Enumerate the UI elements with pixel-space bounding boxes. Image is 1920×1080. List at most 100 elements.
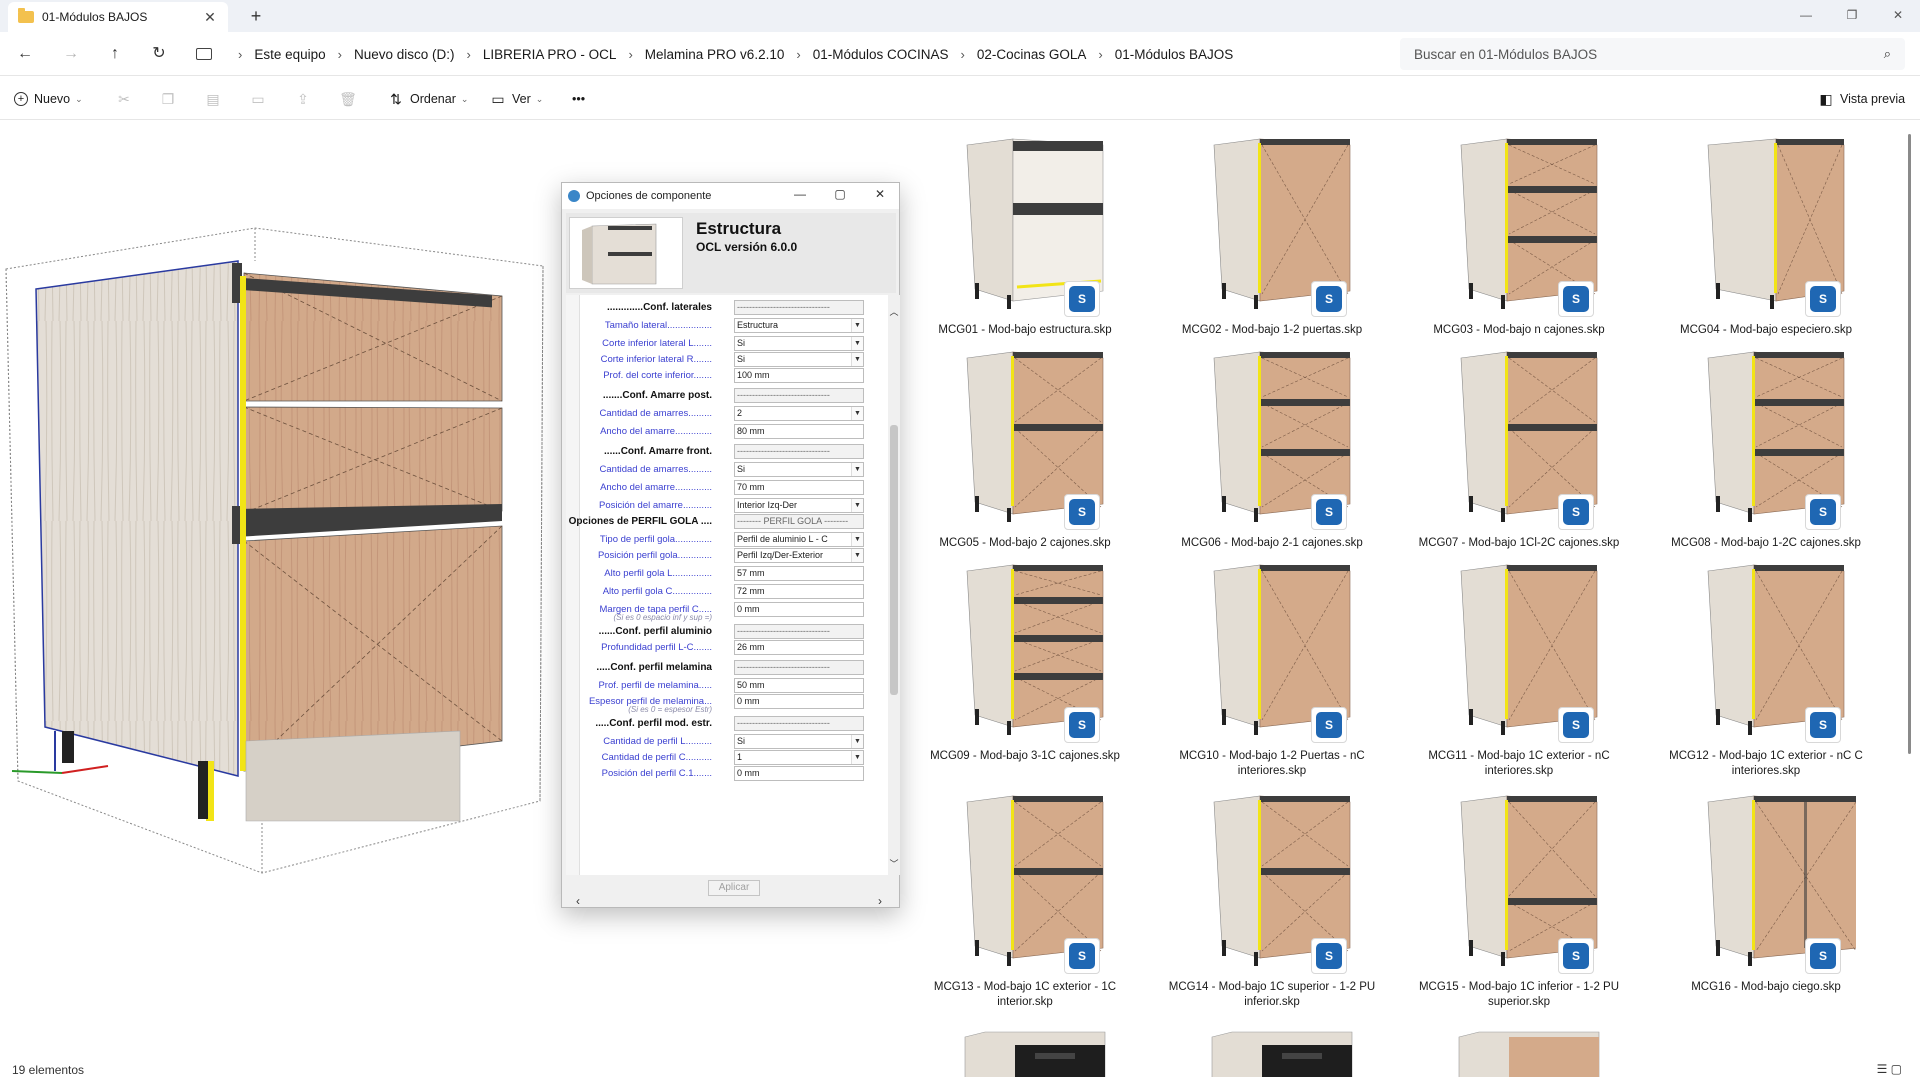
option-input[interactable]: 0 mm — [734, 602, 864, 617]
breadcrumb-item[interactable]: Melamina PRO v6.2.10 — [645, 47, 785, 62]
option-dropdown[interactable]: 2 ▼ — [734, 406, 864, 421]
share-button[interactable]: ⇪ — [295, 88, 317, 110]
breadcrumb-item[interactable]: Este equipo — [254, 47, 325, 62]
search-icon[interactable]: ⌕ — [1884, 46, 1891, 62]
option-label[interactable]: Posición del amarre........... — [599, 500, 712, 511]
maximize-button[interactable]: ❐ — [1829, 0, 1875, 30]
paste-button[interactable]: ▤ — [205, 88, 227, 110]
new-tab-button[interactable]: + — [246, 6, 266, 26]
option-label[interactable]: Prof. perfil de melamina..... — [598, 680, 712, 691]
chevron-right-icon[interactable]: › — [796, 47, 800, 62]
chevron-down-icon[interactable]: ▼ — [851, 337, 863, 350]
option-label[interactable]: Cantidad de amarres......... — [600, 464, 712, 475]
chevron-down-icon[interactable]: ▼ — [851, 353, 863, 366]
file-item[interactable]: S MCG09 - Mod-bajo 3-1C cajones.skp — [910, 557, 1140, 767]
view-button[interactable]: ▭ Ver ⌄ — [490, 88, 543, 110]
component-options-dialog[interactable]: Opciones de componente — ▢ ✕ Estructura … — [561, 182, 900, 908]
option-label[interactable]: Alto perfil gola C............... — [603, 586, 712, 597]
chevron-down-icon[interactable]: ▼ — [851, 463, 863, 476]
option-dropdown[interactable]: Estructura ▼ — [734, 318, 864, 333]
chevron-down-icon[interactable]: ▼ — [851, 549, 863, 562]
file-item[interactable]: S MCG16 - Mod-bajo ciego.skp — [1651, 788, 1881, 998]
search-input[interactable]: Buscar en 01-Módulos BAJOS ⌕ — [1400, 38, 1905, 70]
option-label[interactable]: Ancho del amarre.............. — [600, 482, 712, 493]
file-list-scroll-thumb[interactable] — [1908, 134, 1911, 754]
option-label[interactable]: Cantidad de amarres......... — [600, 408, 712, 419]
chevron-down-icon[interactable]: ▼ — [851, 319, 863, 332]
file-list-scrollbar[interactable] — [1906, 130, 1914, 890]
chevron-right-icon[interactable]: › — [338, 47, 342, 62]
option-input[interactable]: 26 mm — [734, 640, 864, 655]
option-input[interactable]: 0 mm — [734, 694, 864, 709]
option-input[interactable]: 100 mm — [734, 368, 864, 383]
file-item[interactable]: S MCG01 - Mod-bajo estructura.skp — [910, 131, 1140, 341]
file-item[interactable]: S MCG11 - Mod-bajo 1C exterior - nC inter… — [1404, 557, 1634, 777]
option-label[interactable]: Prof. del corte inferior....... — [603, 370, 712, 381]
chevron-down-icon[interactable]: ▼ — [851, 407, 863, 420]
more-options-button[interactable]: ••• — [572, 88, 585, 110]
option-label[interactable]: Profundidad perfil L-C....... — [601, 642, 712, 653]
close-window-button[interactable]: ✕ — [1875, 0, 1920, 30]
sort-button[interactable]: ⇅ Ordenar ⌄ — [388, 88, 468, 110]
option-input[interactable]: 57 mm — [734, 566, 864, 581]
option-input[interactable]: 80 mm — [734, 424, 864, 439]
option-label[interactable]: Tipo de perfil gola.............. — [600, 534, 712, 545]
forward-button[interactable]: → — [58, 42, 84, 66]
preview-pane-button[interactable]: ◧ Vista previa — [1818, 88, 1905, 110]
chevron-right-icon[interactable]: › — [238, 47, 242, 62]
scroll-right-icon[interactable]: › — [878, 894, 882, 908]
new-button[interactable]: + Nuevo ⌄ — [14, 88, 83, 110]
file-item[interactable]: S MCG02 - Mod-bajo 1-2 puertas.skp — [1157, 131, 1387, 341]
rename-button[interactable]: ▭ — [250, 88, 272, 110]
cut-button[interactable]: ✂ — [116, 88, 138, 110]
apply-button[interactable]: Aplicar — [708, 880, 760, 896]
chevron-down-icon[interactable]: ▼ — [851, 533, 863, 546]
option-label[interactable]: Corte inferior lateral R....... — [601, 354, 712, 365]
option-dropdown[interactable]: Si ▼ — [734, 462, 864, 477]
chevron-right-icon[interactable]: › — [467, 47, 471, 62]
minimize-button[interactable]: — — [1783, 0, 1829, 30]
file-item[interactable]: S MCG13 - Mod-bajo 1C exterior - 1C inter… — [910, 788, 1140, 1008]
option-dropdown[interactable]: Si ▼ — [734, 352, 864, 367]
file-item[interactable]: S MCG07 - Mod-bajo 1Cl-2C cajones.skp — [1404, 344, 1634, 554]
chevron-down-icon[interactable]: ▼ — [851, 499, 863, 512]
breadcrumb-item[interactable]: 01-Módulos BAJOS — [1115, 47, 1234, 62]
back-button[interactable]: ← — [12, 42, 38, 66]
copy-button[interactable]: ❐ — [160, 88, 182, 110]
breadcrumb-item[interactable]: LIBRERIA PRO - OCL — [483, 47, 617, 62]
up-button[interactable]: ↑ — [102, 42, 128, 66]
file-item[interactable]: S MCG10 - Mod-bajo 1-2 Puertas - nC inter… — [1157, 557, 1387, 777]
option-dropdown[interactable]: Interior Izq-Der ▼ — [734, 498, 864, 513]
chevron-down-icon[interactable]: ▼ — [851, 751, 863, 764]
options-vertical-scrollbar[interactable]: ︿ ﹀ — [888, 295, 900, 875]
breadcrumb-item[interactable]: 01-Módulos COCINAS — [813, 47, 949, 62]
file-item[interactable]: S MCG03 - Mod-bajo n cajones.skp — [1404, 131, 1634, 341]
chevron-right-icon[interactable]: › — [961, 47, 965, 62]
option-label[interactable]: Corte inferior lateral L....... — [602, 338, 712, 349]
view-toggle-icons[interactable]: ☰ ▢ — [1877, 1062, 1902, 1076]
option-dropdown[interactable]: Perfil de aluminio L - C ▼ — [734, 532, 864, 547]
option-dropdown[interactable]: Perfil Izq/Der-Exterior ▼ — [734, 548, 864, 563]
file-item[interactable]: S MCG04 - Mod-bajo especiero.skp — [1651, 131, 1881, 341]
option-dropdown[interactable]: Si ▼ — [734, 734, 864, 749]
option-input[interactable]: 70 mm — [734, 480, 864, 495]
scroll-down-icon[interactable]: ﹀ — [888, 857, 900, 871]
refresh-button[interactable]: ↻ — [146, 42, 172, 66]
dialog-minimize-button[interactable]: — — [792, 187, 808, 201]
scroll-left-icon[interactable]: ‹ — [576, 894, 580, 908]
delete-button[interactable]: 🗑 — [339, 88, 362, 110]
option-label[interactable]: Posición perfil gola............. — [598, 550, 712, 561]
option-label[interactable]: Ancho del amarre.............. — [600, 426, 712, 437]
option-label[interactable]: Posición del perfil C.1....... — [602, 768, 712, 779]
option-label[interactable]: Cantidad de perfil C.......... — [602, 752, 712, 763]
option-label[interactable]: Cantidad de perfil L.......... — [603, 736, 712, 747]
option-input[interactable]: 0 mm — [734, 766, 864, 781]
option-input[interactable]: 72 mm — [734, 584, 864, 599]
file-item[interactable]: S MCG06 - Mod-bajo 2-1 cajones.skp — [1157, 344, 1387, 554]
option-label[interactable]: Alto perfil gola L............... — [604, 568, 712, 579]
dialog-close-button[interactable]: ✕ — [872, 187, 888, 201]
chevron-right-icon[interactable]: › — [1098, 47, 1102, 62]
option-dropdown[interactable]: Si ▼ — [734, 336, 864, 351]
file-item[interactable]: S MCG12 - Mod-bajo 1C exterior - nC C int… — [1651, 557, 1881, 777]
file-item[interactable]: S MCG08 - Mod-bajo 1-2C cajones.skp — [1651, 344, 1881, 554]
